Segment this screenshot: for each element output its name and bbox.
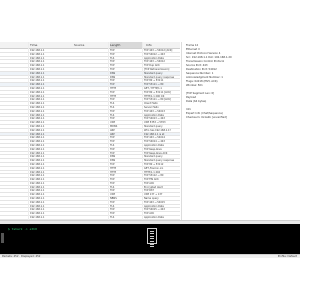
detail-line: Window: 501 bbox=[186, 84, 203, 87]
detail-line: Ethernet II bbox=[186, 48, 200, 51]
detail-line: Internet Protocol Version 4 bbox=[186, 52, 221, 55]
detail-line: Info bbox=[186, 108, 191, 111]
detail-line: Expert Info (Chat/Sequence) bbox=[186, 112, 223, 115]
packet-list-rows: 192.168.1.1 TCP TCP 443 → 54012 [ACK] 192.1… bbox=[0, 49, 180, 223]
lower-blank-area bbox=[0, 258, 300, 300]
column-divider bbox=[142, 42, 143, 224]
column-divider bbox=[28, 42, 29, 224]
terminal-scroll-marker bbox=[1, 233, 4, 243]
column-header-length[interactable]: Length bbox=[110, 42, 143, 48]
detail-line: Src: 192.168.1.1 Dst: 192.168.1.20 bbox=[186, 56, 232, 59]
packet-list-header: Time Source Length Info bbox=[0, 42, 180, 49]
detail-line: Transmission Control Protocol bbox=[186, 60, 225, 63]
detail-line: Destination Port: 54012 bbox=[186, 68, 217, 71]
detail-line: Source Port: 443 bbox=[186, 64, 208, 67]
packet-details-panel: Frame 12 Ethernet II Internet Protocol Ver… bbox=[181, 42, 301, 224]
column-header-info[interactable]: Info bbox=[146, 42, 180, 48]
packet-list-panel: Time Source Length Info 192.168.1.1 TCP TC… bbox=[0, 42, 180, 224]
detail-line: Sequence Number: 1 bbox=[186, 72, 214, 75]
terminal-cursor-box bbox=[147, 228, 157, 248]
detail-line: Acknowledgment Number: 1 bbox=[186, 76, 223, 79]
detail-line: Payload bbox=[186, 96, 197, 99]
column-divider bbox=[108, 42, 109, 224]
column-header-source[interactable]: Source bbox=[74, 42, 104, 48]
column-header-marker[interactable] bbox=[1, 42, 5, 48]
detail-line: Checksum: 0x1a2b [unverified] bbox=[186, 116, 227, 119]
detail-line: [TCP Segment Len: 0] bbox=[186, 92, 215, 95]
detail-line: Data (64 bytes) bbox=[186, 100, 207, 103]
column-header-time[interactable]: Time bbox=[30, 42, 70, 48]
detail-line: Flags: 0x018 (PSH, ACK) bbox=[186, 80, 218, 83]
top-blank-area bbox=[0, 0, 300, 42]
detail-line: Frame 12 bbox=[186, 44, 199, 47]
terminal-prompt: $ tshark -i eth0 bbox=[8, 227, 37, 231]
